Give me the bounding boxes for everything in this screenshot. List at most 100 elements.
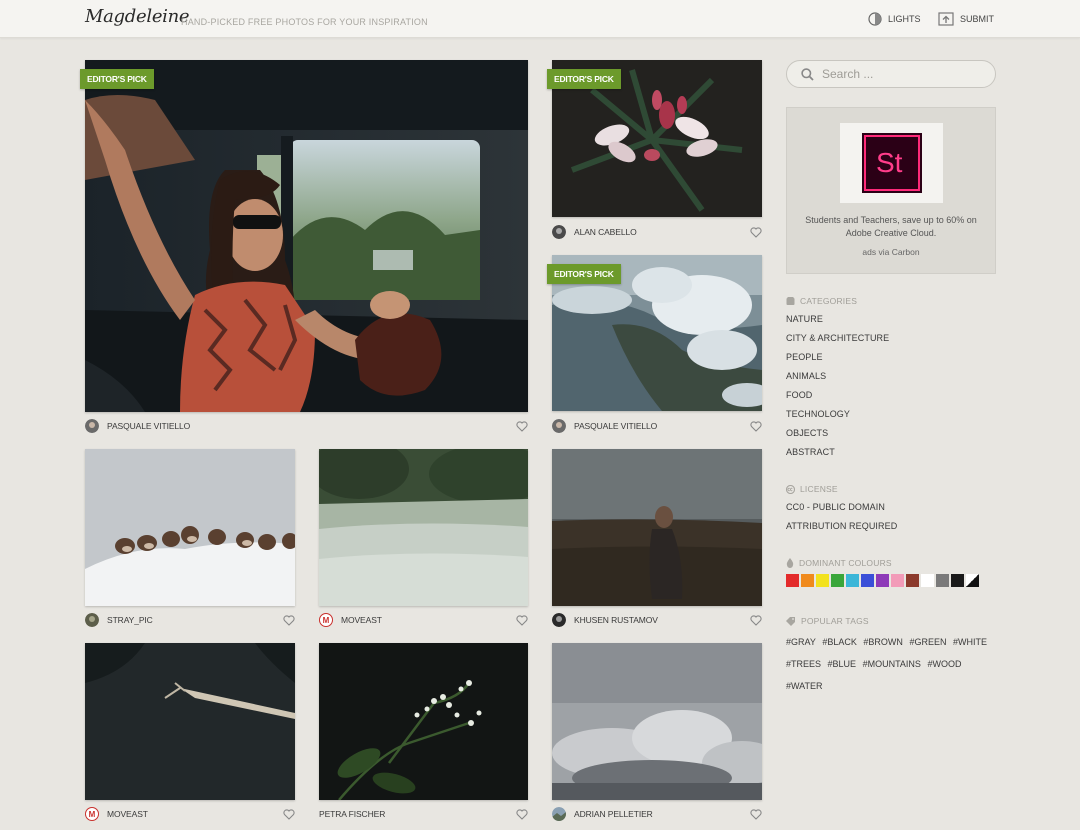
submit-button[interactable]: SUBMIT [938,11,994,27]
author-avatar[interactable] [552,419,566,433]
author-avatar[interactable] [85,419,99,433]
swatch-gray[interactable] [936,574,949,587]
swatch-brown[interactable] [906,574,919,587]
category-nature[interactable]: NATURE [786,314,823,324]
tag-link[interactable]: #WOOD [927,659,961,669]
photo-card: EDITOR'S PICK PASQUALE VITIELLO [547,255,762,435]
swatch-pink[interactable] [891,574,904,587]
author-name[interactable]: MOVEAST [341,615,382,625]
categories-heading: CATEGORIES [786,295,857,307]
author-avatar[interactable] [552,807,566,821]
photo-thumbnail[interactable] [319,449,528,606]
moveast-logo-letter: M [322,615,330,625]
author-avatar[interactable] [85,613,99,627]
photo-meta: M MOVEAST [319,612,528,628]
tag-link[interactable]: #WHITE [953,637,987,647]
photo-thumbnail[interactable] [85,643,295,800]
swatch-green[interactable] [831,574,844,587]
license-attribution[interactable]: ATTRIBUTION REQUIRED [786,521,897,531]
photo-thumbnail[interactable] [552,643,762,800]
drop-icon [786,558,794,568]
search-icon [801,67,814,81]
author-name[interactable]: ADRIAN PELLETIER [574,809,653,819]
tag-link[interactable]: #GREEN [909,637,946,647]
swatch-blue[interactable] [861,574,874,587]
lights-toggle-button[interactable]: LIGHTS [868,11,921,27]
moveast-avatar[interactable]: M [319,613,333,627]
photo-meta: ADRIAN PELLETIER [552,806,762,822]
category-city-architecture[interactable]: CITY & ARCHITECTURE [786,333,889,343]
author-name[interactable]: PETRA FISCHER [319,809,385,819]
photo-thumbnail[interactable] [552,449,762,606]
heart-icon[interactable] [283,615,295,626]
category-people[interactable]: PEOPLE [786,352,823,362]
swatch-black-white[interactable] [966,574,979,587]
author-name[interactable]: MOVEAST [107,809,148,819]
photo-card: KHUSEN RUSTAMOV [552,449,762,629]
tag-link[interactable]: #TREES [786,659,821,669]
search-box[interactable] [786,60,996,88]
ad-via-link[interactable]: ads via Carbon [787,247,995,257]
photo-card: EDITOR'S PICK ALAN CABELLO [547,60,762,242]
category-technology[interactable]: TECHNOLOGY [786,409,850,419]
author-name[interactable]: STRAY_PIC [107,615,153,625]
heart-icon[interactable] [283,809,295,820]
moveast-avatar[interactable]: M [85,807,99,821]
lights-label: LIGHTS [888,14,921,24]
heart-icon[interactable] [750,421,762,432]
moveast-logo-letter: M [88,809,96,819]
author-name[interactable]: PASQUALE VITIELLO [574,421,657,431]
photo-card: M MOVEAST [319,449,528,629]
tags-heading: POPULAR TAGS [786,615,869,627]
category-food[interactable]: FOOD [786,390,812,400]
photo-thumbnail[interactable] [319,643,528,800]
swatch-white[interactable] [921,574,934,587]
photo-thumbnail[interactable] [85,449,295,606]
tag-link[interactable]: #MOUNTAINS [863,659,921,669]
category-abstract[interactable]: ABSTRACT [786,447,835,457]
tag-link[interactable]: #BLACK [822,637,857,647]
photo-thumbnail[interactable] [85,60,528,412]
ad-text[interactable]: Students and Teachers, save up to 60% on… [787,214,995,240]
photo-card: EDITOR'S PICK PASQUALE VITIELLO [80,60,528,435]
top-bar: Magdeleine HAND-PICKED FREE PHOTOS FOR Y… [0,0,1080,38]
author-name[interactable]: ALAN CABELLO [574,227,637,237]
swatch-purple[interactable] [876,574,889,587]
author-name[interactable]: PASQUALE VITIELLO [107,421,190,431]
lights-icon [868,12,882,26]
license-title: LICENSE [800,484,838,494]
swatch-cyan[interactable] [846,574,859,587]
colours-title: DOMINANT COLOURS [799,558,892,568]
license-heading: LICENSE [786,483,838,495]
photo-meta: PASQUALE VITIELLO [85,418,528,434]
heart-icon[interactable] [750,615,762,626]
search-input[interactable] [822,67,982,81]
tag-icon [786,616,795,626]
tag-link[interactable]: #WATER [786,681,823,691]
heart-icon[interactable] [516,809,528,820]
editors-pick-badge: EDITOR'S PICK [547,69,621,89]
tag-link[interactable]: #GRAY [786,637,816,647]
photo-meta: PASQUALE VITIELLO [552,418,762,434]
tags-title: POPULAR TAGS [801,616,869,626]
author-avatar[interactable] [552,613,566,627]
license-cc0[interactable]: CC0 - PUBLIC DOMAIN [786,502,885,512]
category-objects[interactable]: OBJECTS [786,428,828,438]
category-animals[interactable]: ANIMALS [786,371,826,381]
tag-link[interactable]: #BROWN [863,637,903,647]
swatch-red[interactable] [786,574,799,587]
swatch-black[interactable] [951,574,964,587]
editors-pick-badge: EDITOR'S PICK [547,264,621,284]
carbon-ad[interactable]: St Students and Teachers, save up to 60%… [786,107,996,274]
heart-icon[interactable] [750,809,762,820]
ad-image[interactable]: St [840,123,943,203]
heart-icon[interactable] [516,421,528,432]
heart-icon[interactable] [750,227,762,238]
swatch-orange[interactable] [801,574,814,587]
site-logo[interactable]: Magdeleine [85,6,190,27]
tag-link[interactable]: #BLUE [828,659,857,669]
heart-icon[interactable] [516,615,528,626]
author-avatar[interactable] [552,225,566,239]
author-name[interactable]: KHUSEN RUSTAMOV [574,615,658,625]
swatch-yellow[interactable] [816,574,829,587]
